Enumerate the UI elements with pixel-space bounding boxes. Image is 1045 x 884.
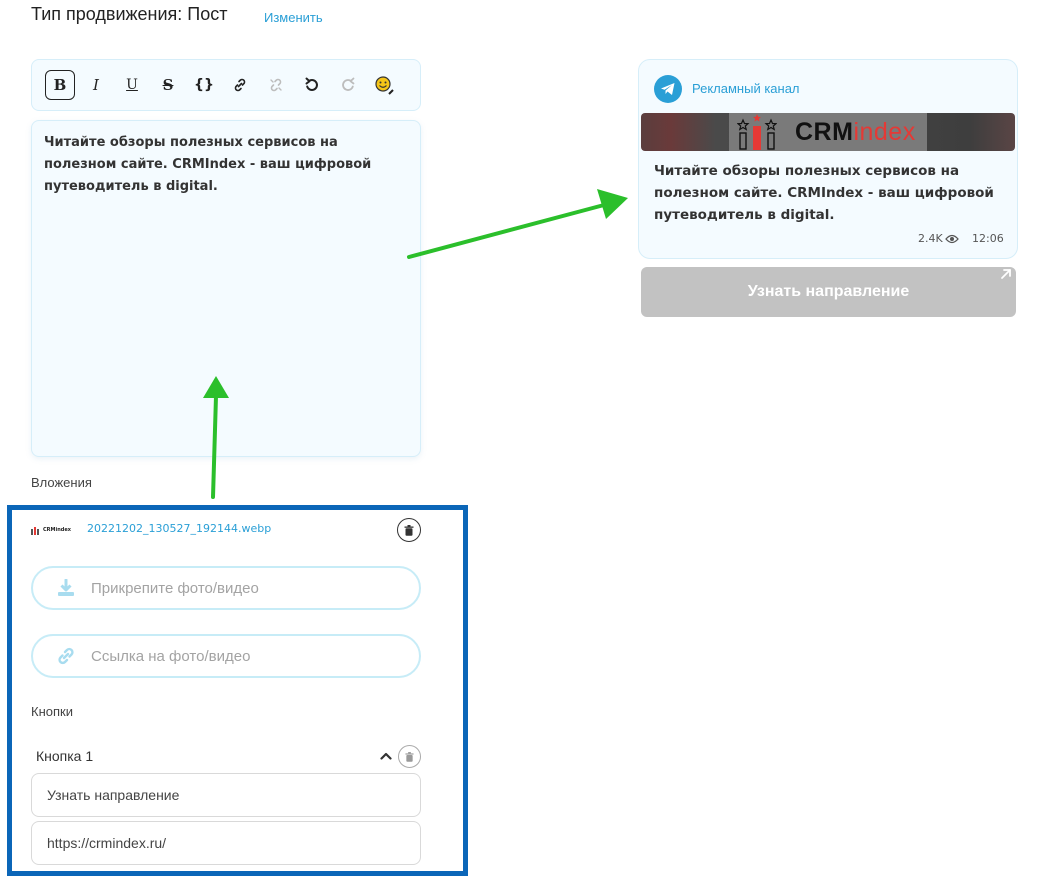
arrow-attachments-to-editor	[203, 376, 229, 499]
arrow-editor-to-preview	[407, 189, 628, 259]
annotation-arrows	[203, 189, 628, 499]
